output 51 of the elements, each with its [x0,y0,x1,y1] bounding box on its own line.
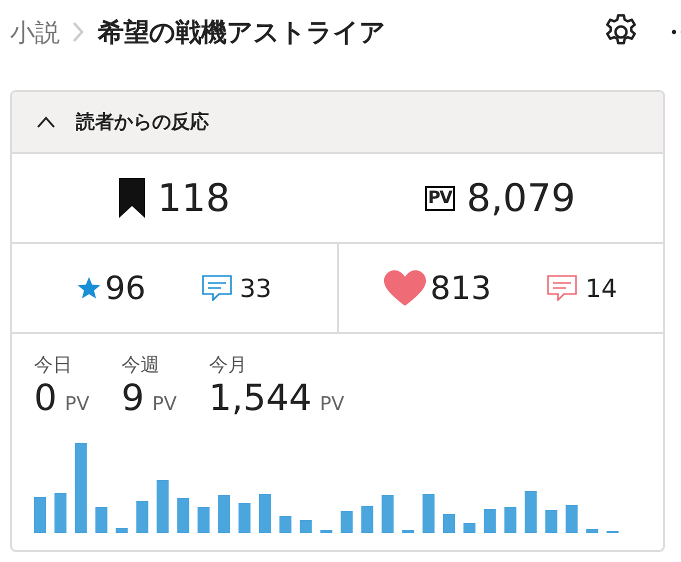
chart-bar [34,497,46,533]
chart-bar [279,516,292,533]
chart-bar [156,480,169,533]
chart-bar [258,494,271,533]
panel-header[interactable]: 読者からの反応 [12,92,663,154]
period-count: 1,544 [208,378,312,419]
period-count: 0 [34,378,57,419]
chart-bar [198,507,210,533]
breadcrumb-link[interactable]: 小説 [10,16,60,48]
comment-icon [202,275,232,301]
comment-count: 14 [585,274,618,302]
chart-bar [382,495,394,533]
panel-title: 読者からの反応 [76,110,209,135]
reaction-count: 96 [104,269,146,307]
unit-label: PV [64,393,90,415]
chart-bar [136,501,148,533]
period-label: 今月 [208,353,248,378]
chart-bar [566,505,578,533]
chart-bar [463,523,476,533]
total-count: 8,079 [466,176,576,220]
pv-badge: PV [425,186,455,210]
comment-icon [547,275,578,301]
chart-bar [361,506,374,533]
chart-bar [218,495,230,533]
chart-bar [54,493,66,533]
chart-bar [545,510,558,533]
unit-label: PV [320,393,344,415]
chart-bar [177,498,190,533]
period-label: 今週 [121,353,160,378]
chart-bar [238,503,250,533]
chart-bar [95,507,108,533]
bookmark-icon [119,178,146,218]
chart-bar [422,494,435,533]
page-title: 希望の戦機アストライア [98,16,386,50]
chart-bar [443,514,455,533]
period-label: 今日 [34,353,73,378]
comment-count: 33 [240,274,272,302]
unit-label: PV [152,393,177,415]
total-count: 118 [157,176,230,220]
reaction-count: 813 [430,269,492,307]
chart-bar [116,528,128,533]
chart-bar [484,509,496,533]
chart-bar [300,520,312,533]
chart-bar [524,491,537,533]
chart-bar [320,530,332,533]
chart-bar [340,511,353,533]
chart-bar [402,530,414,533]
chart-bar [504,507,516,533]
period-count: 9 [121,378,144,419]
chevron-right-icon [72,21,84,43]
chart-bar [586,529,598,533]
